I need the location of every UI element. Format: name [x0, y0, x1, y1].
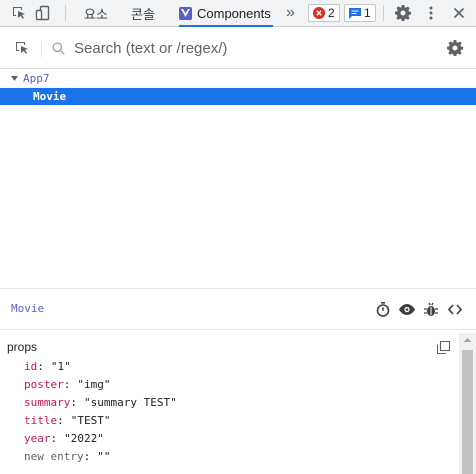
message-icon: [349, 7, 361, 19]
prop-key: summary: [24, 396, 71, 409]
prop-row[interactable]: id: "1": [24, 359, 71, 375]
device-toolbar-icon[interactable]: [34, 4, 52, 22]
prop-key: year: [24, 432, 51, 445]
tab-console-label: 콘솔: [131, 6, 155, 22]
code-icon[interactable]: [447, 301, 463, 317]
tree-item-root[interactable]: App7: [0, 70, 476, 87]
prop-colon: :: [50, 432, 58, 445]
vue-logo-icon: [179, 6, 192, 20]
more-tabs-button[interactable]: »: [286, 0, 295, 26]
timer-icon[interactable]: [375, 301, 391, 317]
component-inspector-header: Movie: [0, 288, 476, 330]
tab-elements[interactable]: 요소: [84, 0, 108, 26]
prop-colon: :: [57, 414, 64, 427]
tab-components[interactable]: Components: [179, 0, 273, 27]
search-icon: [50, 39, 66, 57]
inspect-element-icon[interactable]: [10, 4, 28, 22]
scrollbar-thumb[interactable]: [462, 350, 473, 474]
prop-colon: :: [83, 450, 91, 463]
new-entry-value: "": [97, 450, 111, 463]
copy-icon[interactable]: [435, 339, 451, 355]
eye-icon[interactable]: [399, 301, 415, 317]
select-component-icon[interactable]: [13, 39, 31, 57]
prop-value: "summary TEST": [83, 396, 177, 409]
new-entry-key: new entry: [24, 450, 84, 463]
messages-badge[interactable]: 1: [344, 4, 376, 22]
more-tabs-icon: »: [286, 4, 295, 21]
tab-console[interactable]: 콘솔: [131, 0, 155, 26]
props-scrollbar[interactable]: [459, 333, 476, 474]
prop-row[interactable]: poster: "img": [24, 377, 111, 393]
prop-colon: :: [37, 360, 44, 373]
prop-value: "1": [50, 360, 71, 373]
search-input[interactable]: [74, 38, 414, 58]
messages-count: 1: [364, 6, 371, 20]
errors-count: 2: [328, 6, 335, 20]
error-icon: [313, 7, 325, 19]
prop-value: "img": [77, 378, 111, 391]
tab-components-label: Components: [197, 5, 271, 21]
tree-item-label: App7: [23, 72, 50, 85]
prop-colon: :: [70, 396, 77, 409]
prop-colon: :: [63, 378, 71, 391]
tree-item-selected[interactable]: Movie: [0, 88, 476, 105]
settings-gear-icon[interactable]: [394, 4, 412, 22]
selected-component-name: Movie: [11, 302, 45, 315]
prop-value: "TEST": [70, 414, 111, 427]
close-icon[interactable]: [450, 4, 468, 22]
prop-key: title: [24, 414, 58, 427]
props-section-title: props: [7, 340, 38, 354]
prop-row[interactable]: year: "2022": [24, 431, 104, 447]
more-options-icon[interactable]: [422, 4, 440, 22]
props-panel: props id: "1" poster: "img" summary: "summa…: [0, 331, 476, 474]
prop-key: id: [24, 360, 38, 373]
devtools-tabbar: 요소 콘솔 Components » 2 1: [0, 0, 476, 27]
components-toolbar: [0, 27, 476, 69]
new-entry-row[interactable]: new entry: "": [24, 449, 110, 465]
prop-key: poster: [24, 378, 64, 391]
tab-elements-label: 요소: [84, 6, 108, 22]
tree-item-label: Movie: [33, 90, 67, 103]
toolbar-divider: [41, 41, 42, 57]
prop-row[interactable]: title: "TEST": [24, 413, 111, 429]
errors-badge[interactable]: 2: [308, 4, 340, 22]
prop-value: "2022": [64, 432, 104, 445]
expand-triangle-icon[interactable]: [11, 76, 18, 81]
scroll-up-arrow-icon[interactable]: [459, 333, 476, 347]
tabbar-divider: [383, 5, 384, 21]
component-settings-gear-icon[interactable]: [446, 39, 464, 57]
tabbar-divider: [65, 5, 66, 21]
bug-icon[interactable]: [423, 301, 439, 317]
prop-row[interactable]: summary: "summary TEST": [24, 395, 177, 411]
